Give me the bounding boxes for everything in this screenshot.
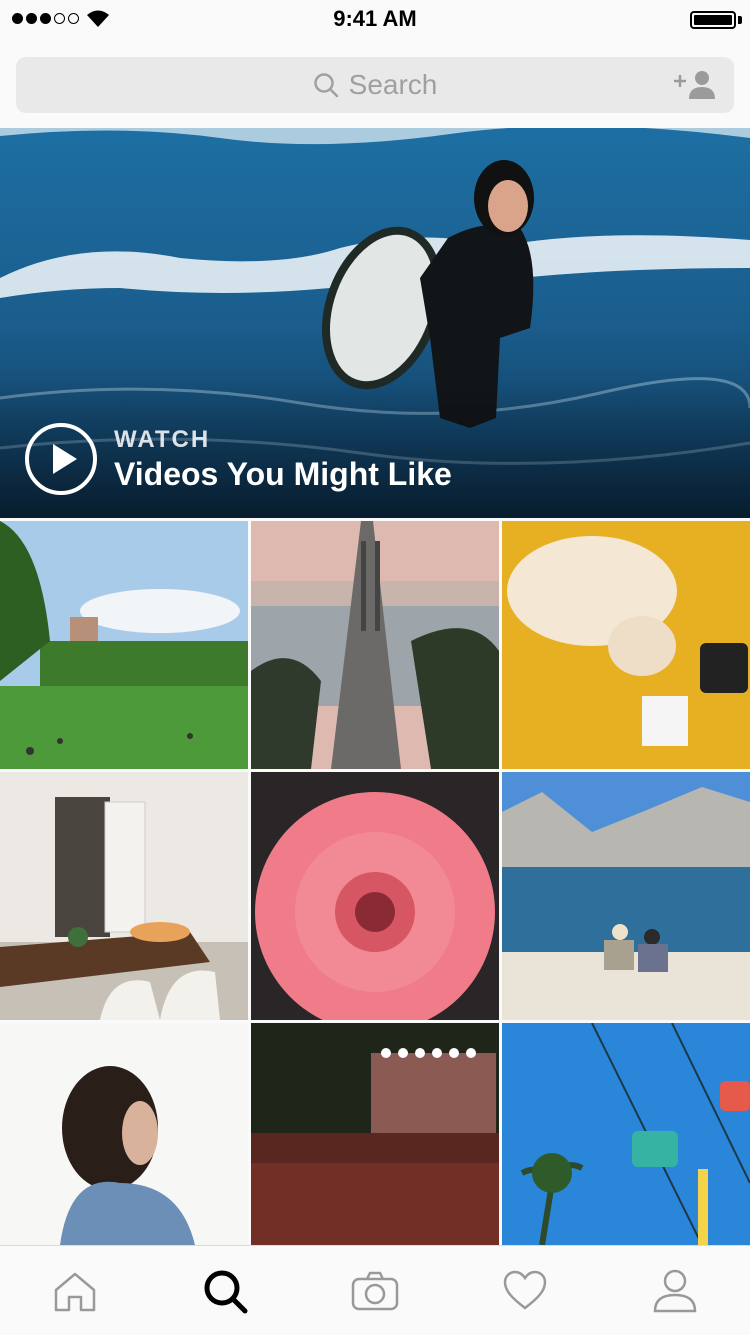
grid-tile[interactable] xyxy=(502,521,750,769)
search-bar[interactable]: Search xyxy=(16,57,734,113)
play-icon[interactable] xyxy=(24,422,98,496)
portrait-photo xyxy=(0,1023,248,1245)
tab-home[interactable] xyxy=(0,1246,150,1335)
grid-tile[interactable] xyxy=(502,772,750,1020)
tab-profile[interactable] xyxy=(600,1246,750,1335)
grid-tile[interactable] xyxy=(0,521,248,769)
tab-activity[interactable] xyxy=(450,1246,600,1335)
profile-icon xyxy=(653,1269,697,1312)
hero-kicker: WATCH xyxy=(114,426,211,453)
grid-tile[interactable] xyxy=(251,521,499,769)
grid-tile[interactable] xyxy=(251,1023,499,1245)
lake-photo xyxy=(502,772,750,1020)
grid-tile[interactable] xyxy=(0,772,248,1020)
dining-room-photo xyxy=(0,772,248,1020)
search-icon xyxy=(204,1270,248,1313)
add-person-icon[interactable] xyxy=(672,69,718,101)
heart-icon xyxy=(503,1270,547,1310)
home-icon xyxy=(54,1272,96,1311)
bridge-photo xyxy=(251,521,499,769)
tab-bar xyxy=(0,1245,750,1334)
hero-gradient xyxy=(0,378,750,518)
status-time: 9:41 AM xyxy=(333,6,417,31)
search-placeholder: Search xyxy=(348,69,438,100)
battery-cap xyxy=(738,16,742,24)
explore-grid xyxy=(0,521,750,1245)
battery-icon xyxy=(690,11,736,29)
park-photo xyxy=(0,521,248,769)
ferris-wheel-photo xyxy=(502,1023,750,1245)
status-bar: 9:41 AM xyxy=(0,0,750,40)
concert-photo xyxy=(251,1023,499,1245)
search-field[interactable]: Search xyxy=(16,57,734,113)
grid-tile[interactable] xyxy=(502,1023,750,1245)
grid-tile[interactable] xyxy=(0,1023,248,1245)
camera-icon xyxy=(351,1271,399,1310)
hero-title[interactable]: Videos You Might Like xyxy=(114,456,452,493)
cat-photo xyxy=(502,521,750,769)
tab-camera[interactable] xyxy=(300,1246,450,1335)
tab-search[interactable] xyxy=(150,1246,300,1335)
grid-tile[interactable] xyxy=(251,772,499,1020)
search-icon xyxy=(313,73,338,98)
flower-photo xyxy=(251,772,499,1020)
